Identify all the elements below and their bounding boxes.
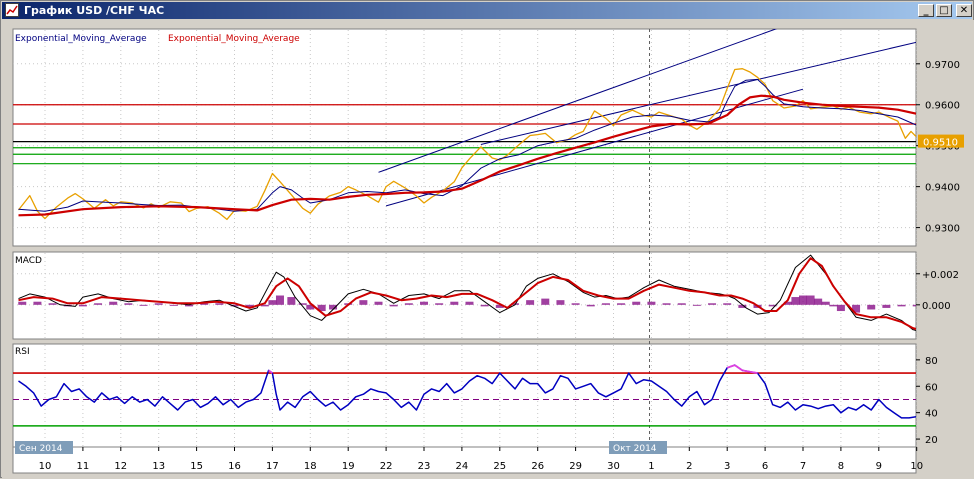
time-tick-label: 7 bbox=[800, 461, 806, 472]
macd-histogram-bar bbox=[692, 304, 701, 306]
macd-histogram-bar bbox=[109, 301, 118, 305]
macd-histogram-bar bbox=[821, 301, 830, 305]
time-tick-label: 11 bbox=[77, 461, 90, 472]
macd-histogram-bar bbox=[124, 303, 133, 305]
time-tick-label: 25 bbox=[493, 461, 506, 472]
macd-histogram-bar bbox=[435, 303, 444, 305]
time-tick-label: 1 bbox=[648, 461, 654, 472]
time-tick-label: 24 bbox=[456, 461, 469, 472]
time-tick-label: 13 bbox=[152, 461, 165, 472]
macd-histogram-bar bbox=[571, 303, 580, 305]
month-label: Окт 2014 bbox=[613, 444, 657, 454]
rsi-tick-label: 80 bbox=[925, 356, 938, 367]
time-tick-label: 16 bbox=[228, 461, 241, 472]
macd-histogram-bar bbox=[389, 304, 398, 307]
chart-area: 0.93000.94000.95000.96000.9700Exponentia… bbox=[2, 20, 974, 478]
month-label: Сен 2014 bbox=[19, 444, 63, 454]
macd-histogram-bar bbox=[586, 304, 595, 307]
macd-histogram-bar bbox=[708, 303, 717, 305]
macd-histogram-bar bbox=[78, 304, 87, 307]
macd-histogram-bar bbox=[632, 301, 641, 305]
macd-histogram-bar bbox=[420, 301, 428, 305]
macd-histogram-bar bbox=[139, 304, 148, 306]
macd-histogram-bar bbox=[882, 304, 891, 308]
rsi-tick-label: 60 bbox=[925, 382, 938, 393]
macd-histogram-bar bbox=[647, 301, 656, 305]
macd-histogram-bar bbox=[829, 304, 838, 307]
macd-histogram-bar bbox=[48, 303, 57, 305]
macd-histogram-bar bbox=[154, 303, 163, 305]
time-tick-label: 23 bbox=[418, 461, 431, 472]
price-tick-label: 0.9300 bbox=[925, 224, 960, 235]
indicator-label-1: Exponential_Moving_Average bbox=[15, 34, 147, 44]
rsi-tick-label: 20 bbox=[925, 435, 938, 446]
time-tick-label: 9 bbox=[876, 461, 882, 472]
macd-panel bbox=[12, 251, 917, 340]
price-tick-label: 0.9600 bbox=[925, 101, 960, 112]
time-tick-label: 22 bbox=[380, 461, 393, 472]
time-tick-label: 2 bbox=[686, 461, 692, 472]
macd-histogram-bar bbox=[33, 301, 42, 305]
macd-histogram-bar bbox=[465, 301, 474, 305]
macd-histogram-bar bbox=[806, 295, 815, 305]
rsi-label: RSI bbox=[15, 347, 30, 357]
macd-histogram-bar bbox=[791, 297, 800, 305]
macd-histogram-bar bbox=[18, 301, 27, 305]
current-price-label: 0.9510 bbox=[923, 138, 958, 149]
time-tick-label: 3 bbox=[724, 461, 730, 472]
time-tick-label: 19 bbox=[342, 461, 355, 472]
time-tick-label: 15 bbox=[190, 461, 203, 472]
macd-histogram-bar bbox=[723, 303, 732, 305]
price-panel bbox=[12, 28, 917, 247]
macd-histogram-bar bbox=[450, 301, 459, 305]
macd-histogram-bar bbox=[601, 303, 610, 305]
macd-histogram-bar bbox=[359, 300, 368, 305]
macd-histogram-bar bbox=[897, 304, 906, 307]
macd-histogram-bar bbox=[541, 298, 550, 305]
macd-tick-label: +0.002 bbox=[922, 270, 959, 281]
time-tick-label: 12 bbox=[114, 461, 127, 472]
time-tick-label: 10 bbox=[39, 461, 52, 472]
macd-histogram-bar bbox=[526, 300, 535, 305]
macd-histogram-bar bbox=[814, 298, 823, 305]
macd-label: MACD bbox=[15, 256, 42, 266]
rsi-panel bbox=[12, 343, 917, 448]
indicator-label-2: Exponential_Moving_Average bbox=[168, 34, 300, 44]
macd-histogram-bar bbox=[617, 303, 626, 305]
time-tick-label: 26 bbox=[531, 461, 544, 472]
macd-histogram-bar bbox=[268, 300, 277, 305]
rsi-tick-label: 40 bbox=[925, 409, 938, 420]
price-tick-label: 0.9700 bbox=[925, 60, 960, 71]
macd-histogram-bar bbox=[287, 297, 296, 305]
time-tick-label: 29 bbox=[569, 461, 582, 472]
macd-histogram-bar bbox=[799, 295, 807, 305]
macd-histogram-bar bbox=[94, 303, 103, 305]
price-tick-label: 0.9400 bbox=[925, 183, 960, 194]
macd-histogram-bar bbox=[556, 300, 565, 305]
macd-histogram-bar bbox=[867, 304, 876, 310]
time-tick-label: 17 bbox=[266, 461, 279, 472]
macd-histogram-bar bbox=[215, 303, 224, 305]
time-tick-label: 18 bbox=[304, 461, 317, 472]
chart-window: График USD /CHF ЧАС _ □ ✕ 0.9300 0.9400 0.… bbox=[0, 0, 974, 478]
time-tick-label: 30 bbox=[607, 461, 620, 472]
macd-histogram-bar bbox=[480, 304, 489, 307]
time-tick-label: 8 bbox=[838, 461, 844, 472]
macd-histogram-bar bbox=[169, 304, 178, 306]
macd-histogram-bar bbox=[374, 301, 383, 305]
macd-histogram-bar bbox=[677, 303, 686, 305]
macd-histogram-bar bbox=[275, 295, 284, 305]
macd-histogram-bar bbox=[662, 303, 671, 305]
macd-tick-label: 0.000 bbox=[922, 301, 951, 312]
macd-histogram-bar bbox=[404, 303, 413, 305]
time-tick-label: 6 bbox=[762, 461, 768, 472]
time-tick-label: 10 bbox=[910, 461, 923, 472]
macd-histogram-bar bbox=[836, 304, 845, 312]
